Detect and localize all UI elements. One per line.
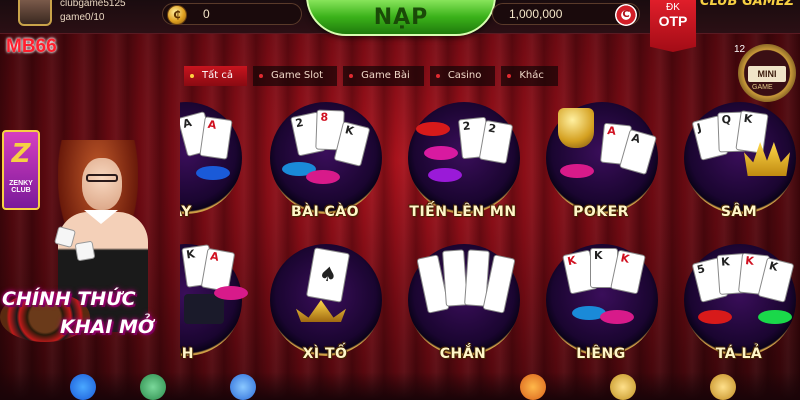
tab-casino[interactable]: Casino bbox=[429, 66, 496, 86]
game-label: SÂM bbox=[720, 204, 758, 220]
coin-balance-pill[interactable]: ₵ 0 bbox=[162, 3, 302, 25]
game-label: CHẮN bbox=[439, 346, 487, 362]
tab-game-bai[interactable]: Game Bài bbox=[343, 66, 424, 86]
game-tile-chan[interactable]: CHẮN bbox=[398, 238, 528, 368]
game-lobby: clubgame5125 game0/10 ₵ 0 NẠP 1,000,000 … bbox=[0, 0, 800, 400]
chip-icon bbox=[560, 164, 594, 178]
messenger-icon[interactable] bbox=[70, 374, 96, 400]
chip-icon bbox=[416, 122, 450, 136]
chip-icon bbox=[428, 168, 462, 182]
game-label: POKER bbox=[573, 204, 629, 220]
game-tile-lieng[interactable]: K K K LIÊNG bbox=[536, 238, 666, 368]
dice-icon bbox=[74, 240, 96, 262]
promo-headline-1: CHÍNH THỨC bbox=[2, 288, 136, 310]
promo-banner[interactable]: Z ZENKY CLUB CHÍNH THỨC KHAI MỞ bbox=[0, 60, 180, 380]
game-tile-cay[interactable]: A A CÂY bbox=[180, 96, 250, 226]
nap-button[interactable]: NẠP bbox=[306, 0, 496, 36]
tab-dot-icon bbox=[507, 74, 512, 78]
mini-game-badge: 12 bbox=[734, 44, 746, 55]
balance-pill[interactable]: 1,000,000 C bbox=[492, 3, 640, 26]
game-label: INH bbox=[180, 346, 194, 362]
balance-value: 1,000,000 bbox=[509, 7, 563, 21]
game-tile-inh[interactable]: K A INH bbox=[180, 238, 250, 368]
game-tile-bai-cao[interactable]: 2 8 K BÀI CÀO bbox=[260, 96, 390, 226]
coin-value: 0 bbox=[203, 7, 210, 21]
tab-label: Game Bài bbox=[361, 70, 410, 81]
game-label: CÂY bbox=[180, 204, 192, 220]
game-label: XÌ TỐ bbox=[302, 346, 348, 362]
category-tabs: Tất cả Game Slot Game Bài Casino Khác bbox=[184, 66, 558, 86]
tab-label: Game Slot bbox=[270, 70, 324, 81]
glasses-icon bbox=[86, 174, 118, 182]
chip-icon bbox=[196, 166, 230, 180]
event-icon[interactable] bbox=[610, 374, 636, 400]
game-label: TÁ LẢ bbox=[715, 346, 763, 362]
mini-game-sub: GAME bbox=[752, 84, 773, 91]
playing-card-icon: A bbox=[199, 116, 233, 160]
tab-all[interactable]: Tất cả bbox=[184, 66, 247, 86]
tab-label: Tất cả bbox=[202, 70, 233, 81]
game-tile-poker[interactable]: A A POKER bbox=[536, 96, 666, 226]
game-label: BÀI CÀO bbox=[290, 204, 360, 220]
top-hat-icon bbox=[184, 294, 224, 324]
chip-icon: C bbox=[615, 4, 637, 26]
phone-icon[interactable] bbox=[140, 374, 166, 400]
username: clubgame5125 bbox=[60, 0, 126, 9]
brand-watermark: MB66 bbox=[6, 36, 57, 57]
game-tile-ta-la[interactable]: 5 K K K TÁ LẢ bbox=[674, 238, 800, 368]
game-tile-xi-to[interactable]: ♠ XÌ TỐ bbox=[260, 238, 390, 368]
otp-line2: OTP bbox=[658, 13, 688, 29]
zenky-logo: Z bbox=[2, 130, 40, 210]
game-tile-tien-len-mn[interactable]: 2 2 TIẾN LÊN MN bbox=[398, 96, 528, 226]
chip-icon bbox=[758, 310, 792, 324]
chip-icon bbox=[214, 286, 248, 300]
tab-label: Khác bbox=[519, 70, 544, 81]
tab-other[interactable]: Khác bbox=[501, 66, 558, 86]
tab-label: Casino bbox=[447, 70, 482, 81]
tab-game-slot[interactable]: Game Slot bbox=[252, 66, 338, 86]
tab-dot-icon bbox=[435, 74, 440, 78]
game-label: LIÊNG bbox=[576, 346, 626, 362]
chip-icon bbox=[306, 170, 340, 184]
game-count: game0/10 bbox=[60, 12, 105, 23]
game-grid: A A CÂY 2 8 K BÀI CÀO 2 2 TIẾN LÊN MN bbox=[180, 96, 800, 386]
club-title: CLUB GAMEZ bbox=[700, 0, 795, 9]
tab-dot-icon bbox=[190, 74, 194, 78]
support-icon[interactable] bbox=[230, 374, 256, 400]
chip-icon bbox=[600, 310, 634, 324]
promo-headline-2: KHAI MỞ bbox=[60, 316, 155, 338]
zenky-logo-sub: ZENKY CLUB bbox=[9, 180, 33, 194]
game-tile-sam[interactable]: J Q K SÂM bbox=[674, 96, 800, 226]
coin-icon: ₵ bbox=[167, 5, 187, 25]
avatar[interactable] bbox=[18, 0, 52, 26]
game-label: TIẾN LÊN MN bbox=[409, 204, 517, 220]
chip-icon bbox=[698, 310, 732, 324]
mini-game-label: MINI bbox=[748, 66, 786, 82]
mail-icon[interactable] bbox=[710, 374, 736, 400]
playing-card-icon: K bbox=[735, 110, 769, 154]
dealer-face bbox=[82, 158, 122, 210]
otp-line1: ĐK bbox=[666, 2, 680, 13]
bottom-bar bbox=[0, 372, 800, 400]
tab-dot-icon bbox=[258, 74, 263, 78]
chip-icon bbox=[424, 146, 458, 160]
trophy-icon bbox=[558, 108, 594, 148]
otp-register-button[interactable]: ĐK OTP bbox=[650, 0, 696, 52]
tab-dot-icon bbox=[349, 74, 354, 78]
gift-icon[interactable] bbox=[520, 374, 546, 400]
